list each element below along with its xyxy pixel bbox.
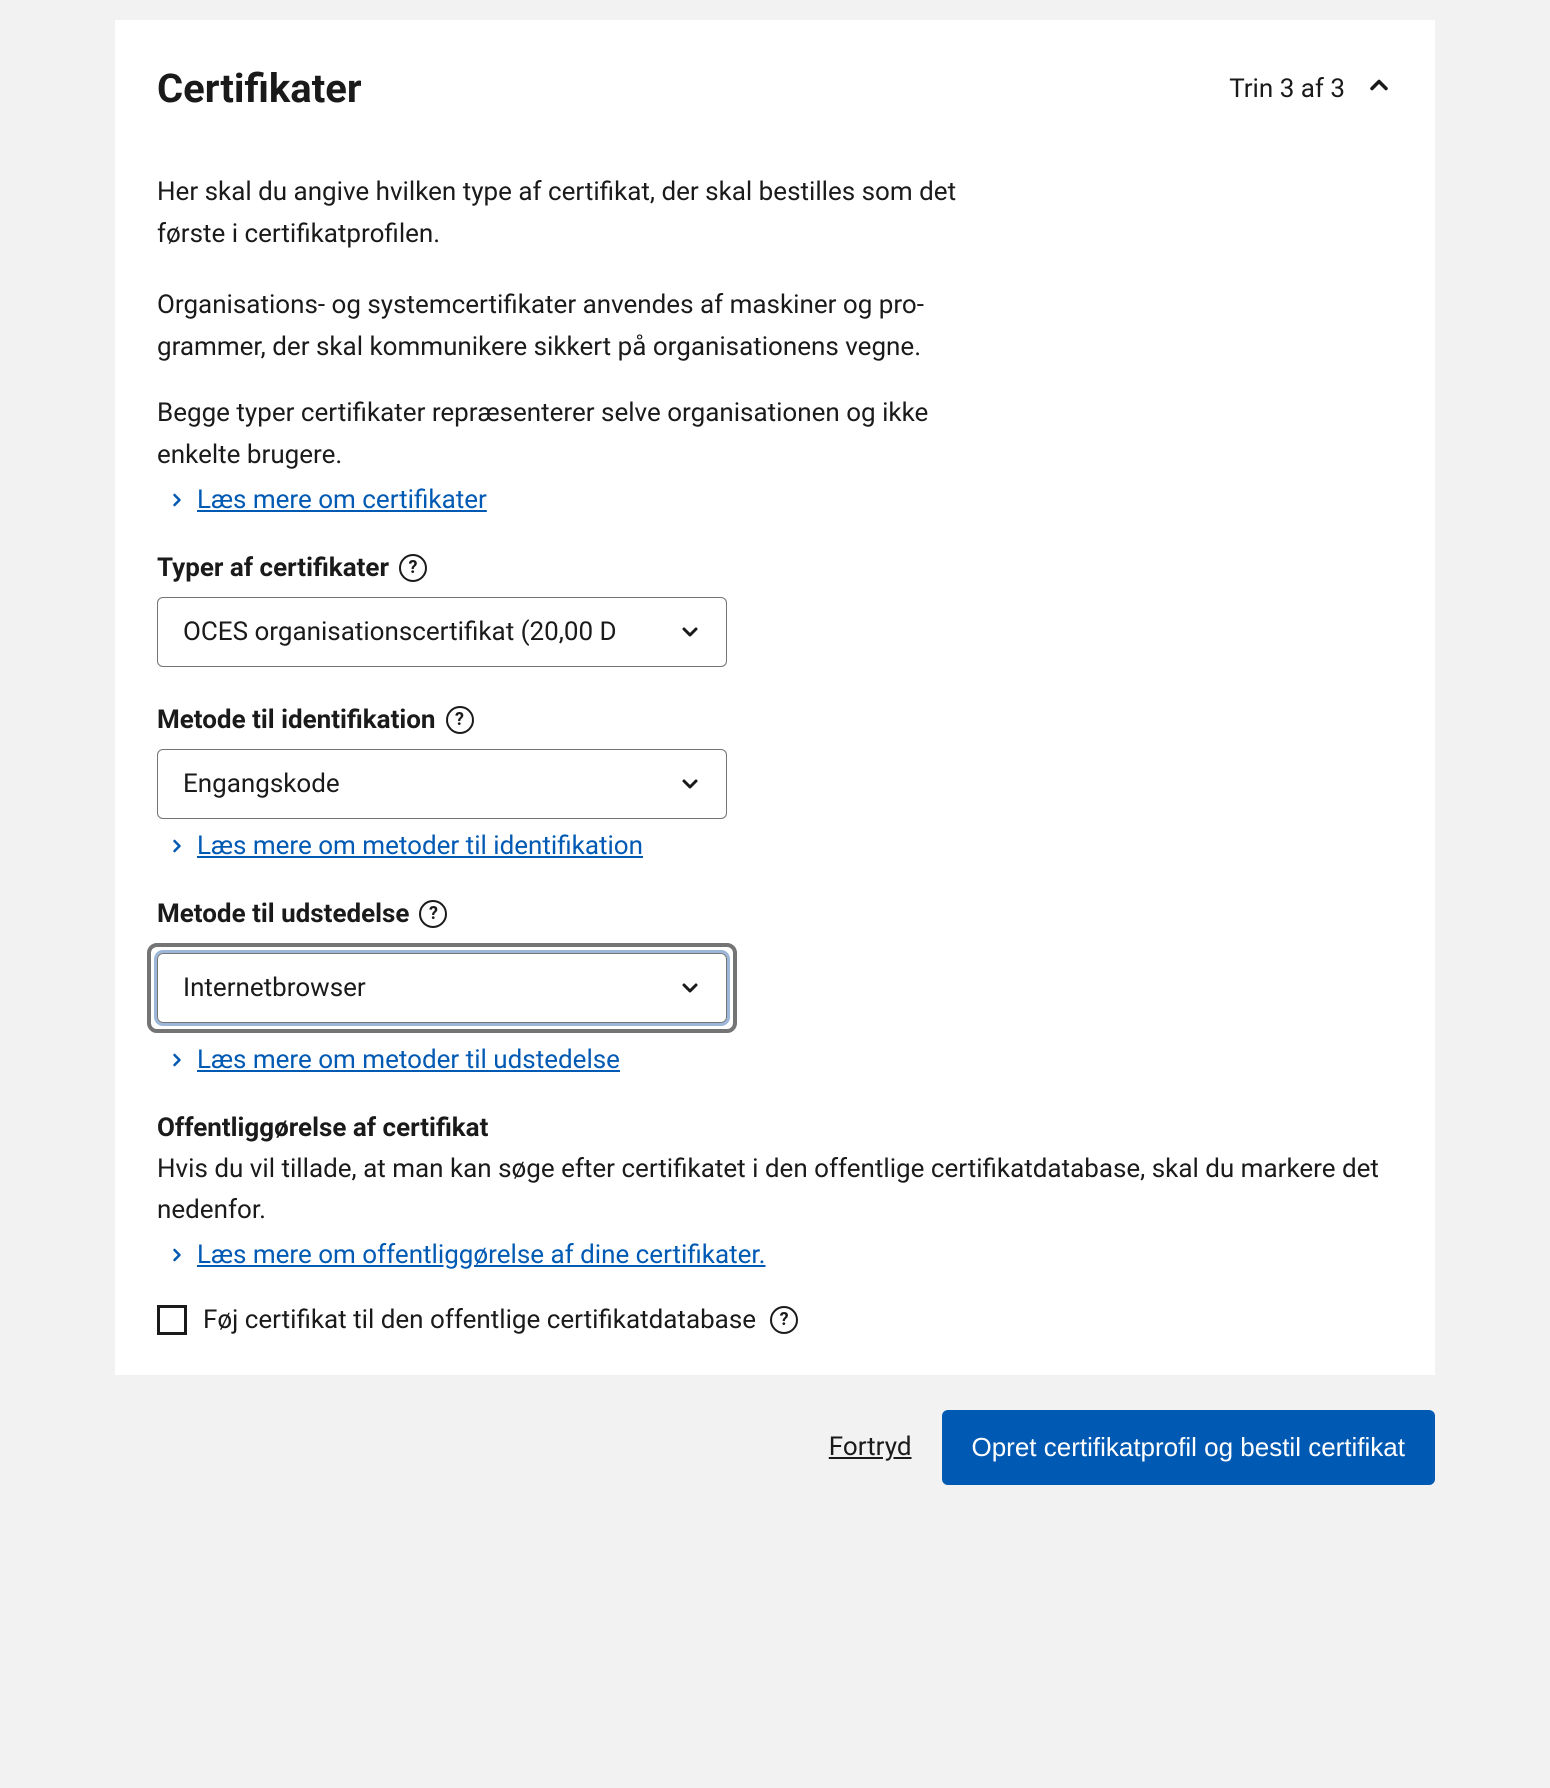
identification-method-label: Metode til identifikation ? bbox=[157, 705, 1393, 735]
certificates-card: Certifikater Trin 3 af 3 Her skal du ang… bbox=[115, 20, 1435, 1375]
certificate-type-select[interactable]: OCES organisationscertifikat (20,00 D bbox=[157, 597, 727, 667]
help-icon[interactable]: ? bbox=[419, 900, 447, 928]
help-icon[interactable]: ? bbox=[770, 1306, 798, 1334]
learn-more-issuance-row: Læs mere om metoder til udstedelse bbox=[157, 1045, 1393, 1075]
step-text: Trin 3 af 3 bbox=[1229, 74, 1345, 104]
certificate-type-select-wrapper: OCES organisationscertifikat (20,00 D bbox=[157, 597, 727, 667]
publication-checkbox-row: Føj certifikat til den offentlige certif… bbox=[157, 1305, 1393, 1335]
page-title: Certifikater bbox=[157, 65, 361, 112]
submit-button[interactable]: Opret certifikatprofil og bestil certifi… bbox=[942, 1410, 1436, 1485]
learn-more-certificates-link[interactable]: Læs mere om certifikater bbox=[197, 485, 487, 515]
learn-more-identification-link[interactable]: Læs mere om metoder til identifikation bbox=[197, 831, 643, 861]
help-icon[interactable]: ? bbox=[446, 706, 474, 734]
publication-heading: Offentliggørelse af certifikat bbox=[157, 1113, 1393, 1143]
step-indicator[interactable]: Trin 3 af 3 bbox=[1229, 71, 1393, 106]
intro-paragraph-1: Her skal du angive hvilken type af certi… bbox=[157, 172, 997, 255]
chevron-right-icon bbox=[167, 490, 187, 510]
intro-paragraph-3: Begge typer certifikater repræsenterer s… bbox=[157, 393, 977, 476]
learn-more-identification-row: Læs mere om metoder til identifikation bbox=[157, 831, 1393, 861]
learn-more-publication-link[interactable]: Læs mere om offentliggørelse af dine cer… bbox=[197, 1240, 765, 1270]
chevron-right-icon bbox=[167, 1245, 187, 1265]
issuance-method-select-wrapper: Internetbrowser bbox=[147, 943, 737, 1033]
form-footer: Fortryd Opret certifikatprofil og bestil… bbox=[115, 1410, 1435, 1485]
learn-more-issuance-link[interactable]: Læs mere om metoder til udstedelse bbox=[197, 1045, 620, 1075]
identification-method-select[interactable]: Engangskode bbox=[157, 749, 727, 819]
chevron-right-icon bbox=[167, 1050, 187, 1070]
learn-more-publication-row: Læs mere om offentliggørelse af dine cer… bbox=[157, 1240, 1393, 1270]
identification-method-select-wrapper: Engangskode bbox=[157, 749, 727, 819]
chevron-up-icon bbox=[1365, 71, 1393, 106]
publication-checkbox[interactable] bbox=[157, 1305, 187, 1335]
issuance-method-label: Metode til udstedelse ? bbox=[157, 899, 1393, 929]
chevron-right-icon bbox=[167, 836, 187, 856]
publication-text: Hvis du vil tillade, at man kan søge eft… bbox=[157, 1149, 1393, 1232]
intro-paragraph-2: Organisations- og systemcertifikater anv… bbox=[157, 285, 1007, 368]
help-icon[interactable]: ? bbox=[399, 554, 427, 582]
certificate-type-label: Typer af certifikater ? bbox=[157, 553, 1393, 583]
publication-checkbox-label[interactable]: Føj certifikat til den offentlige certif… bbox=[203, 1305, 798, 1335]
cancel-button[interactable]: Fortryd bbox=[829, 1432, 912, 1462]
learn-more-certificates-row: Læs mere om certifikater bbox=[157, 485, 1393, 515]
issuance-method-select[interactable]: Internetbrowser bbox=[157, 953, 727, 1023]
card-header: Certifikater Trin 3 af 3 bbox=[157, 65, 1393, 112]
